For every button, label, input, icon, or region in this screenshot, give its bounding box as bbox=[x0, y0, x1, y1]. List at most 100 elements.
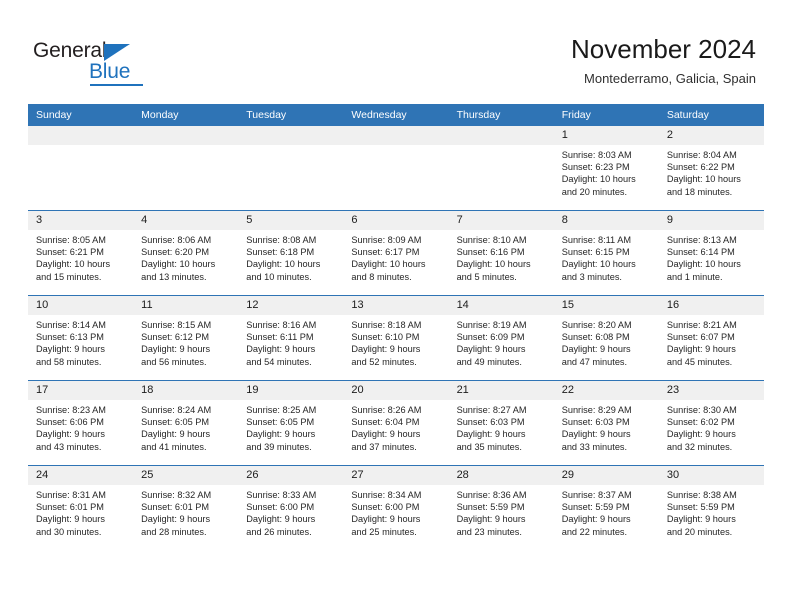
sunset-time: Sunset: 6:12 PM bbox=[141, 332, 210, 343]
sunset-time: Sunset: 6:22 PM bbox=[666, 162, 735, 173]
sunrise-time: Sunrise: 8:10 AM bbox=[456, 235, 527, 245]
sunrise-time: Sunrise: 8:31 AM bbox=[36, 490, 106, 500]
weekday-header-saturday: Saturday bbox=[658, 104, 764, 126]
sunset-time: Sunset: 6:00 PM bbox=[351, 502, 420, 513]
daylight-duration-line1: Daylight: 9 hours bbox=[36, 429, 105, 440]
day-sun-info: Sunrise: 8:24 AM Sunset: 6:05 PM Daylight:… bbox=[133, 400, 238, 453]
calendar-day-cell[interactable]: 2 Sunrise: 8:04 AM Sunset: 6:22 PM Daylight… bbox=[658, 126, 764, 211]
sunset-time: Sunset: 6:08 PM bbox=[561, 332, 630, 343]
calendar-day-cell[interactable]: 19 Sunrise: 8:25 AM Sunset: 6:05 PM Dayligh… bbox=[238, 380, 344, 466]
weekday-header-tuesday: Tuesday bbox=[238, 104, 344, 126]
daylight-duration-line2: and 58 minutes. bbox=[36, 356, 102, 367]
day-number bbox=[448, 126, 554, 145]
daylight-duration-line1: Daylight: 9 hours bbox=[666, 429, 736, 440]
daylight-duration-line2: and 3 minutes. bbox=[561, 271, 622, 282]
calendar-day-cell[interactable]: 10 Sunrise: 8:14 AM Sunset: 6:13 PM Dayligh… bbox=[28, 295, 134, 381]
day-sun-info: Sunrise: 8:37 AM Sunset: 5:59 PM Daylight:… bbox=[554, 485, 659, 538]
calendar-day-cell[interactable]: 6 Sunrise: 8:09 AM Sunset: 6:17 PM Daylight… bbox=[343, 210, 449, 296]
sunset-time: Sunset: 6:21 PM bbox=[36, 247, 104, 258]
sunrise-time: Sunrise: 8:34 AM bbox=[351, 490, 422, 500]
calendar-day-cell[interactable]: 21 Sunrise: 8:27 AM Sunset: 6:03 PM Dayligh… bbox=[448, 380, 554, 466]
day-number: 22 bbox=[553, 381, 659, 400]
daylight-duration-line1: Daylight: 9 hours bbox=[351, 514, 421, 525]
sunrise-time: Sunrise: 8:23 AM bbox=[36, 405, 106, 415]
calendar-body: 1 Sunrise: 8:03 AM Sunset: 6:23 PM Daylight… bbox=[28, 126, 764, 550]
sunrise-time: Sunrise: 8:11 AM bbox=[561, 235, 631, 245]
sunset-time: Sunset: 6:03 PM bbox=[456, 417, 525, 428]
calendar-day-cell[interactable]: 3 Sunrise: 8:05 AM Sunset: 6:21 PM Daylight… bbox=[28, 210, 134, 296]
daylight-duration-line2: and 18 minutes. bbox=[666, 186, 733, 197]
sunset-time: Sunset: 6:09 PM bbox=[456, 332, 525, 343]
calendar-day-cell[interactable]: 8 Sunrise: 8:11 AM Sunset: 6:15 PM Daylight… bbox=[553, 210, 659, 296]
sunrise-time: Sunrise: 8:08 AM bbox=[246, 235, 317, 245]
calendar-day-cell[interactable]: 7 Sunrise: 8:10 AM Sunset: 6:16 PM Daylight… bbox=[448, 210, 554, 296]
daylight-duration-line1: Daylight: 9 hours bbox=[141, 429, 211, 440]
day-number: 24 bbox=[28, 466, 134, 485]
calendar-day-cell[interactable]: 15 Sunrise: 8:20 AM Sunset: 6:08 PM Dayligh… bbox=[553, 295, 659, 381]
sunrise-time: Sunrise: 8:37 AM bbox=[561, 490, 632, 500]
sunrise-time: Sunrise: 8:25 AM bbox=[246, 405, 317, 415]
daylight-duration-line2: and 52 minutes. bbox=[351, 356, 417, 367]
calendar-day-cell[interactable]: 1 Sunrise: 8:03 AM Sunset: 6:23 PM Daylight… bbox=[553, 126, 659, 211]
day-sun-info: Sunrise: 8:03 AM Sunset: 6:23 PM Daylight:… bbox=[554, 145, 659, 198]
day-number: 20 bbox=[343, 381, 449, 400]
calendar-week-row: 10 Sunrise: 8:14 AM Sunset: 6:13 PM Dayligh… bbox=[28, 295, 764, 381]
daylight-duration-line2: and 8 minutes. bbox=[351, 271, 412, 282]
day-number: 18 bbox=[133, 381, 239, 400]
sunset-time: Sunset: 6:23 PM bbox=[561, 162, 630, 173]
calendar-day-cell[interactable]: 22 Sunrise: 8:29 AM Sunset: 6:03 PM Dayligh… bbox=[553, 380, 659, 466]
day-sun-info: Sunrise: 8:16 AM Sunset: 6:11 PM Daylight:… bbox=[238, 315, 343, 368]
sunrise-time: Sunrise: 8:13 AM bbox=[666, 235, 737, 245]
day-number: 14 bbox=[448, 296, 554, 315]
calendar-day-cell[interactable]: 20 Sunrise: 8:26 AM Sunset: 6:04 PM Dayligh… bbox=[343, 380, 449, 466]
page-header: General Blue November 2024 Montederramo,… bbox=[0, 0, 792, 100]
daylight-duration-line1: Daylight: 10 hours bbox=[561, 174, 636, 185]
daylight-duration-line1: Daylight: 10 hours bbox=[666, 259, 741, 270]
sunrise-time: Sunrise: 8:14 AM bbox=[36, 320, 106, 330]
calendar-day-cell[interactable]: 9 Sunrise: 8:13 AM Sunset: 6:14 PM Daylight… bbox=[658, 210, 764, 296]
sunrise-time: Sunrise: 8:38 AM bbox=[666, 490, 737, 500]
calendar-day-cell[interactable]: 13 Sunrise: 8:18 AM Sunset: 6:10 PM Dayligh… bbox=[343, 295, 449, 381]
calendar-week-row: 24 Sunrise: 8:31 AM Sunset: 6:01 PM Dayligh… bbox=[28, 465, 764, 550]
daylight-duration-line2: and 37 minutes. bbox=[351, 441, 417, 452]
calendar-week-row: 17 Sunrise: 8:23 AM Sunset: 6:06 PM Dayligh… bbox=[28, 380, 764, 466]
calendar-day-cell[interactable]: 11 Sunrise: 8:15 AM Sunset: 6:12 PM Dayligh… bbox=[133, 295, 239, 381]
calendar-day-cell-empty bbox=[448, 126, 554, 211]
calendar-day-cell[interactable]: 26 Sunrise: 8:33 AM Sunset: 6:00 PM Dayligh… bbox=[238, 465, 344, 550]
calendar-day-cell[interactable]: 4 Sunrise: 8:06 AM Sunset: 6:20 PM Daylight… bbox=[133, 210, 239, 296]
day-number: 23 bbox=[658, 381, 764, 400]
daylight-duration-line1: Daylight: 10 hours bbox=[456, 259, 531, 270]
sunrise-time: Sunrise: 8:09 AM bbox=[351, 235, 422, 245]
calendar-day-cell-empty bbox=[343, 126, 449, 211]
day-sun-info: Sunrise: 8:34 AM Sunset: 6:00 PM Daylight:… bbox=[343, 485, 448, 538]
general-blue-logo[interactable]: General Blue bbox=[33, 40, 168, 86]
sunrise-time: Sunrise: 8:27 AM bbox=[456, 405, 527, 415]
day-number: 17 bbox=[28, 381, 134, 400]
day-sun-info: Sunrise: 8:10 AM Sunset: 6:16 PM Daylight:… bbox=[449, 230, 554, 283]
calendar-day-cell[interactable]: 14 Sunrise: 8:19 AM Sunset: 6:09 PM Dayligh… bbox=[448, 295, 554, 381]
day-number: 11 bbox=[133, 296, 239, 315]
calendar-day-cell[interactable]: 30 Sunrise: 8:38 AM Sunset: 5:59 PM Dayligh… bbox=[658, 465, 764, 550]
sunset-time: Sunset: 6:04 PM bbox=[351, 417, 420, 428]
calendar-day-cell[interactable]: 12 Sunrise: 8:16 AM Sunset: 6:11 PM Dayligh… bbox=[238, 295, 344, 381]
calendar-day-cell[interactable]: 18 Sunrise: 8:24 AM Sunset: 6:05 PM Dayligh… bbox=[133, 380, 239, 466]
day-number bbox=[133, 126, 239, 145]
day-number: 19 bbox=[238, 381, 344, 400]
calendar-day-cell[interactable]: 29 Sunrise: 8:37 AM Sunset: 5:59 PM Dayligh… bbox=[553, 465, 659, 550]
calendar-day-cell[interactable]: 27 Sunrise: 8:34 AM Sunset: 6:00 PM Dayligh… bbox=[343, 465, 449, 550]
sunset-time: Sunset: 6:16 PM bbox=[456, 247, 525, 258]
calendar-day-cell[interactable]: 5 Sunrise: 8:08 AM Sunset: 6:18 PM Daylight… bbox=[238, 210, 344, 296]
sunrise-time: Sunrise: 8:16 AM bbox=[246, 320, 317, 330]
calendar-day-cell[interactable]: 24 Sunrise: 8:31 AM Sunset: 6:01 PM Dayligh… bbox=[28, 465, 134, 550]
calendar-day-cell[interactable]: 16 Sunrise: 8:21 AM Sunset: 6:07 PM Dayligh… bbox=[658, 295, 764, 381]
sunset-time: Sunset: 6:01 PM bbox=[141, 502, 210, 513]
daylight-duration-line2: and 43 minutes. bbox=[36, 441, 102, 452]
calendar-day-cell[interactable]: 25 Sunrise: 8:32 AM Sunset: 6:01 PM Dayligh… bbox=[133, 465, 239, 550]
calendar-day-cell[interactable]: 17 Sunrise: 8:23 AM Sunset: 6:06 PM Dayligh… bbox=[28, 380, 134, 466]
calendar-day-cell[interactable]: 28 Sunrise: 8:36 AM Sunset: 5:59 PM Dayligh… bbox=[448, 465, 554, 550]
page-title: November 2024 bbox=[571, 34, 756, 64]
daylight-duration-line2: and 28 minutes. bbox=[141, 526, 207, 537]
day-number: 30 bbox=[658, 466, 764, 485]
daylight-duration-line1: Daylight: 10 hours bbox=[561, 259, 636, 270]
calendar-day-cell[interactable]: 23 Sunrise: 8:30 AM Sunset: 6:02 PM Dayligh… bbox=[658, 380, 764, 466]
